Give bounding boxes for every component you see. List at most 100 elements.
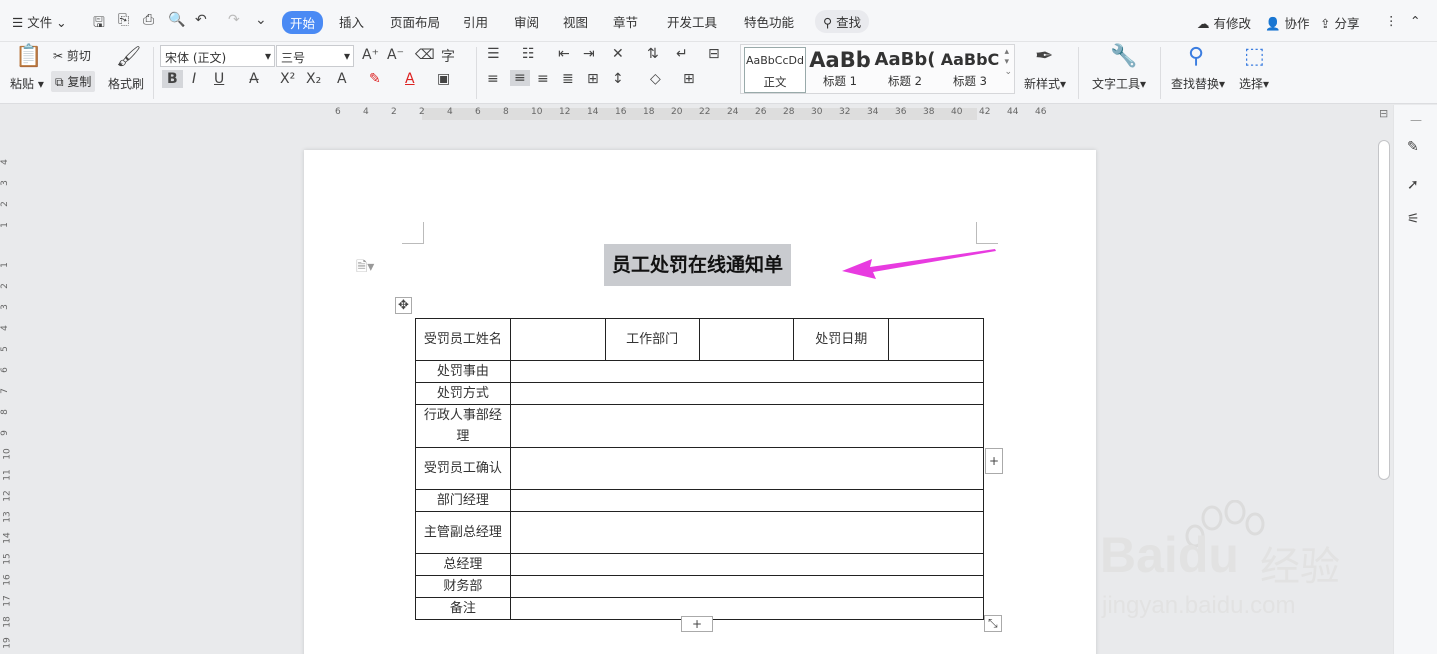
- split-view-icon[interactable]: ⊟: [1379, 107, 1388, 120]
- table-resize-icon[interactable]: ⤡: [984, 615, 1002, 632]
- table-cell[interactable]: [509, 318, 606, 361]
- share-button[interactable]: ⇪ 分享: [1320, 13, 1359, 32]
- collapse-ribbon-icon[interactable]: ⌃: [1410, 13, 1420, 28]
- format-painter-icon[interactable]: 🖌: [116, 44, 141, 68]
- tab-page-layout[interactable]: 页面布局: [390, 12, 440, 31]
- cut-button[interactable]: ✂ 剪切: [53, 47, 91, 64]
- text-tools-button[interactable]: 文字工具▾: [1092, 75, 1146, 92]
- row-value-cell[interactable]: [509, 553, 985, 576]
- new-style-button[interactable]: 新样式▾: [1024, 75, 1066, 92]
- output-icon[interactable]: ⎘: [118, 12, 129, 28]
- row-value-cell[interactable]: [509, 447, 985, 490]
- subscript-icon[interactable]: X₂: [306, 71, 321, 87]
- format-painter-button[interactable]: 格式刷: [108, 75, 144, 92]
- align-right-icon[interactable]: ≡: [537, 71, 549, 87]
- row-value-cell[interactable]: [509, 489, 985, 512]
- tab-review[interactable]: 审阅: [514, 12, 539, 31]
- row-label[interactable]: 行政人事部经理: [415, 404, 511, 448]
- tab-developer[interactable]: 开发工具: [667, 12, 717, 31]
- document-title[interactable]: 员工处罚在线通知单: [604, 244, 792, 286]
- style-heading-1[interactable]: AaBb 标题 1: [809, 47, 871, 93]
- customize-icon[interactable]: ⌄: [255, 12, 267, 28]
- table-move-handle-icon[interactable]: ✥: [395, 297, 412, 314]
- find-replace-icon[interactable]: ⚲: [1188, 44, 1204, 69]
- row-value-cell[interactable]: [509, 597, 985, 620]
- clear-format-icon[interactable]: ⌫: [415, 47, 435, 63]
- gallery-scroll-icon[interactable]: ▴ ▾ ⌄: [1004, 47, 1012, 77]
- document-page[interactable]: 🗎▾ 员工处罚在线通知单 ✥ 受罚员工姓名 工作部门 处罚日期 处罚事由 处罚方…: [304, 150, 1096, 654]
- bold-icon[interactable]: B: [162, 70, 183, 88]
- row-label[interactable]: 受罚员工确认: [415, 447, 511, 490]
- strikethrough-icon[interactable]: A̶: [249, 71, 259, 87]
- print-icon[interactable]: ⎙: [143, 12, 154, 28]
- row-label[interactable]: 处罚事由: [415, 360, 511, 383]
- row-value-cell[interactable]: [509, 360, 985, 383]
- collapse-pane-icon[interactable]: —: [1410, 113, 1422, 127]
- bullet-list-icon[interactable]: ☰: [487, 46, 500, 62]
- row-value-cell[interactable]: [509, 404, 985, 448]
- style-normal[interactable]: AaBbCcDd 正文: [744, 47, 806, 93]
- table-cell[interactable]: 受罚员工姓名: [415, 318, 511, 361]
- line-spacing-icon[interactable]: ↕: [612, 71, 624, 87]
- row-label[interactable]: 总经理: [415, 553, 511, 576]
- show-marks-icon[interactable]: ↵: [676, 46, 688, 62]
- text-direction-icon[interactable]: ⇅: [647, 46, 659, 62]
- horizontal-ruler[interactable]: 6 4 2 2 4 6 8 10 12 14 16 18 20 22 24 26 28 30 32 34 36 38 40 4…: [330, 105, 1080, 121]
- chinese-layout-icon[interactable]: ✕: [612, 46, 624, 62]
- paste-button[interactable]: 粘贴 ▾: [10, 75, 44, 92]
- paragraph-options-icon[interactable]: 🗎▾: [356, 256, 374, 280]
- highlight-icon[interactable]: ✎: [369, 71, 381, 87]
- tab-view[interactable]: 视图: [563, 12, 588, 31]
- select-icon[interactable]: ⬚: [1244, 44, 1265, 69]
- text-tools-icon[interactable]: 🔧: [1110, 44, 1137, 69]
- align-left-icon[interactable]: ≡: [487, 71, 499, 87]
- more-icon[interactable]: ⋮: [1385, 13, 1398, 28]
- char-border-icon[interactable]: ▣: [437, 71, 450, 87]
- modified-button[interactable]: ☁ 有修改: [1197, 13, 1251, 32]
- row-value-cell[interactable]: [509, 382, 985, 405]
- row-label[interactable]: 财务部: [415, 575, 511, 598]
- find-replace-button[interactable]: 查找替换▾: [1171, 75, 1225, 92]
- undo-icon[interactable]: ↶: [195, 12, 207, 28]
- add-column-button[interactable]: +: [985, 448, 1004, 474]
- font-name-select[interactable]: 宋体 (正文) ▾: [160, 45, 275, 67]
- shading-icon[interactable]: ◇: [650, 71, 661, 87]
- file-menu[interactable]: ☰ 文件 ⌄: [12, 12, 67, 31]
- preview-icon[interactable]: 🔍: [168, 12, 185, 28]
- align-center-icon[interactable]: ≡: [510, 70, 530, 86]
- style-heading-3[interactable]: AaBbC 标题 3: [939, 47, 1001, 93]
- select-button[interactable]: 选择▾: [1239, 75, 1269, 92]
- row-label[interactable]: 部门经理: [415, 489, 511, 512]
- collab-button[interactable]: 👤 协作: [1265, 13, 1310, 32]
- table-cell[interactable]: [698, 318, 795, 361]
- numbered-list-icon[interactable]: ☷: [522, 46, 535, 62]
- distribute-icon[interactable]: ⊞: [587, 71, 599, 87]
- table-cell[interactable]: 工作部门: [604, 318, 700, 361]
- vertical-ruler[interactable]: 4 3 2 1 1 2 3 4 5 6 7 8 9 10 11 12 13 14 15 16 17 18 19: [0, 105, 14, 654]
- table-cell[interactable]: 处罚日期: [793, 318, 890, 361]
- vertical-scrollbar[interactable]: [1378, 140, 1390, 480]
- search-button[interactable]: ⚲ 查找: [815, 10, 870, 33]
- shrink-font-icon[interactable]: A⁻: [387, 47, 404, 63]
- tab-references[interactable]: 引用: [463, 12, 488, 31]
- row-value-cell[interactable]: [509, 575, 985, 598]
- phonetic-icon[interactable]: 字: [441, 46, 455, 66]
- redo-icon[interactable]: ↷: [228, 12, 240, 28]
- pointer-icon[interactable]: ➚: [1407, 177, 1419, 193]
- row-label[interactable]: 主管副总经理: [415, 511, 511, 554]
- increase-indent-icon[interactable]: ⇥: [583, 46, 595, 62]
- row-label[interactable]: 处罚方式: [415, 382, 511, 405]
- paste-icon[interactable]: 📋: [15, 44, 42, 69]
- style-heading-2[interactable]: AaBb( 标题 2: [874, 47, 936, 93]
- copy-button[interactable]: ⧉ 复制: [51, 71, 96, 92]
- decrease-indent-icon[interactable]: ⇤: [558, 46, 570, 62]
- add-row-button[interactable]: +: [681, 616, 714, 632]
- tab-chapter[interactable]: 章节: [613, 12, 638, 31]
- row-value-cell[interactable]: [509, 511, 985, 554]
- settings-sliders-icon[interactable]: ⚟: [1407, 211, 1420, 227]
- save-icon[interactable]: 🖫: [93, 12, 105, 36]
- underline-icon[interactable]: U: [214, 71, 224, 87]
- font-size-select[interactable]: 三号 ▾: [276, 45, 354, 67]
- tab-special[interactable]: 特色功能: [744, 12, 794, 31]
- justify-icon[interactable]: ≣: [562, 71, 574, 87]
